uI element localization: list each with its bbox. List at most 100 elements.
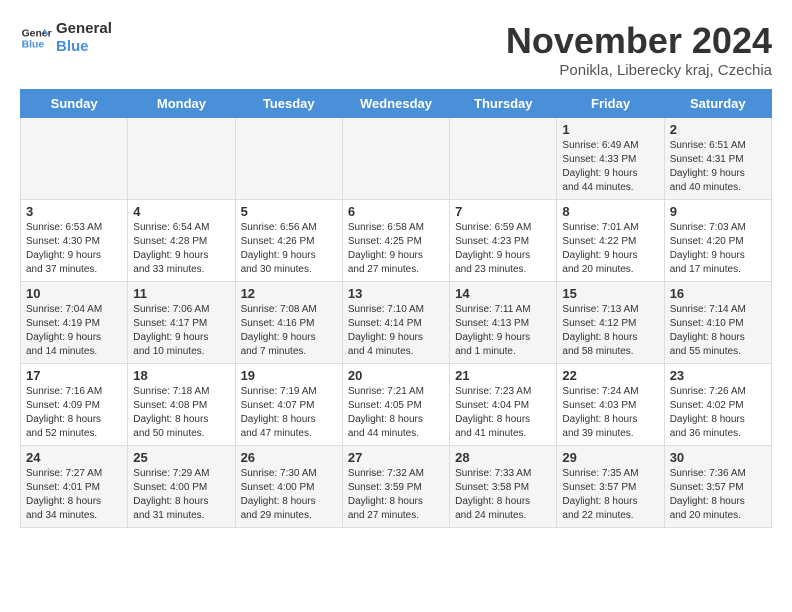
day-info: Sunrise: 6:54 AM Sunset: 4:28 PM Dayligh… [133,221,229,277]
location-subtitle: Ponikla, Liberecky kraj, Czechia [506,62,772,79]
day-cell [128,118,235,200]
header-row: SundayMondayTuesdayWednesdayThursdayFrid… [21,90,772,118]
day-cell: 18 Sunrise: 7:18 AM Sunset: 4:08 PM Dayli… [128,364,235,446]
week-row-1: 3Sunrise: 6:53 AM Sunset: 4:30 PM Daylig… [21,200,772,282]
day-number: 27 [348,450,444,465]
day-info: Sunrise: 7:23 AM Sunset: 4:04 PM Dayligh… [455,385,551,441]
day-info: Sunrise: 6:59 AM Sunset: 4:23 PM Dayligh… [455,221,551,277]
day-info: Sunrise: 7:33 AM Sunset: 3:58 PM Dayligh… [455,467,551,523]
day-info: Sunrise: 7:04 AM Sunset: 4:19 PM Dayligh… [26,303,122,359]
week-row-3: 17 Sunrise: 7:16 AM Sunset: 4:09 PM Dayli… [21,364,772,446]
day-info: Sunrise: 6:49 AM Sunset: 4:33 PM Dayligh… [562,139,658,195]
day-number: 8 [562,204,658,219]
day-info: Sunrise: 7:29 AM Sunset: 4:00 PM Dayligh… [133,467,229,523]
svg-text:Blue: Blue [22,40,45,51]
day-info: Sunrise: 7:26 AM Sunset: 4:02 PM Dayligh… [670,385,766,441]
day-cell: 8Sunrise: 7:01 AM Sunset: 4:22 PM Daylig… [557,200,664,282]
day-cell: 28 Sunrise: 7:33 AM Sunset: 3:58 PM Dayli… [450,446,557,528]
day-cell: 2 Sunrise: 6:51 AM Sunset: 4:31 PM Daylig… [664,118,771,200]
day-cell: 13 Sunrise: 7:10 AM Sunset: 4:14 PM Dayli… [342,282,449,364]
day-cell: 23 Sunrise: 7:26 AM Sunset: 4:02 PM Dayli… [664,364,771,446]
day-cell: 14 Sunrise: 7:11 AM Sunset: 4:13 PM Dayli… [450,282,557,364]
day-cell: 20Sunrise: 7:21 AM Sunset: 4:05 PM Dayli… [342,364,449,446]
header-thursday: Thursday [450,90,557,118]
day-info: Sunrise: 7:32 AM Sunset: 3:59 PM Dayligh… [348,467,444,523]
day-number: 30 [670,450,766,465]
day-number: 7 [455,204,551,219]
day-cell [21,118,128,200]
day-number: 6 [348,204,444,219]
day-cell: 17 Sunrise: 7:16 AM Sunset: 4:09 PM Dayli… [21,364,128,446]
day-info: Sunrise: 7:11 AM Sunset: 4:13 PM Dayligh… [455,303,551,359]
day-info: Sunrise: 7:10 AM Sunset: 4:14 PM Dayligh… [348,303,444,359]
day-cell: 12 Sunrise: 7:08 AM Sunset: 4:16 PM Dayli… [235,282,342,364]
day-number: 9 [670,204,766,219]
day-cell: 26 Sunrise: 7:30 AM Sunset: 4:00 PM Dayli… [235,446,342,528]
day-cell: 22 Sunrise: 7:24 AM Sunset: 4:03 PM Dayli… [557,364,664,446]
day-number: 12 [241,286,337,301]
logo: General Blue General Blue [20,20,112,56]
day-number: 2 [670,122,766,137]
day-cell: 4 Sunrise: 6:54 AM Sunset: 4:28 PM Daylig… [128,200,235,282]
day-number: 18 [133,368,229,383]
day-number: 4 [133,204,229,219]
day-number: 21 [455,368,551,383]
day-cell: 25 Sunrise: 7:29 AM Sunset: 4:00 PM Dayli… [128,446,235,528]
day-info: Sunrise: 7:18 AM Sunset: 4:08 PM Dayligh… [133,385,229,441]
day-number: 28 [455,450,551,465]
month-title: November 2024 [506,20,772,62]
day-info: Sunrise: 7:24 AM Sunset: 4:03 PM Dayligh… [562,385,658,441]
day-number: 22 [562,368,658,383]
day-cell: 30 Sunrise: 7:36 AM Sunset: 3:57 PM Dayli… [664,446,771,528]
day-number: 11 [133,286,229,301]
day-number: 24 [26,450,122,465]
day-info: Sunrise: 6:58 AM Sunset: 4:25 PM Dayligh… [348,221,444,277]
day-number: 26 [241,450,337,465]
day-number: 25 [133,450,229,465]
title-area: November 2024 Ponikla, Liberecky kraj, C… [506,20,772,79]
header-monday: Monday [128,90,235,118]
day-number: 1 [562,122,658,137]
day-number: 17 [26,368,122,383]
day-info: Sunrise: 7:03 AM Sunset: 4:20 PM Dayligh… [670,221,766,277]
day-number: 20 [348,368,444,383]
day-cell: 16Sunrise: 7:14 AM Sunset: 4:10 PM Dayli… [664,282,771,364]
day-number: 14 [455,286,551,301]
day-info: Sunrise: 7:16 AM Sunset: 4:09 PM Dayligh… [26,385,122,441]
day-cell [235,118,342,200]
calendar-table: SundayMondayTuesdayWednesdayThursdayFrid… [20,89,772,528]
logo-general: General [56,20,112,38]
day-info: Sunrise: 6:51 AM Sunset: 4:31 PM Dayligh… [670,139,766,195]
day-cell: 3Sunrise: 6:53 AM Sunset: 4:30 PM Daylig… [21,200,128,282]
week-row-2: 10 Sunrise: 7:04 AM Sunset: 4:19 PM Dayli… [21,282,772,364]
day-cell: 5 Sunrise: 6:56 AM Sunset: 4:26 PM Daylig… [235,200,342,282]
day-info: Sunrise: 6:56 AM Sunset: 4:26 PM Dayligh… [241,221,337,277]
header-wednesday: Wednesday [342,90,449,118]
day-cell: 29Sunrise: 7:35 AM Sunset: 3:57 PM Dayli… [557,446,664,528]
logo-blue: Blue [56,38,112,56]
day-number: 19 [241,368,337,383]
day-cell: 19 Sunrise: 7:19 AM Sunset: 4:07 PM Dayli… [235,364,342,446]
day-cell: 24 Sunrise: 7:27 AM Sunset: 4:01 PM Dayli… [21,446,128,528]
day-info: Sunrise: 7:27 AM Sunset: 4:01 PM Dayligh… [26,467,122,523]
day-number: 29 [562,450,658,465]
day-number: 10 [26,286,122,301]
day-number: 13 [348,286,444,301]
day-number: 15 [562,286,658,301]
day-info: Sunrise: 7:19 AM Sunset: 4:07 PM Dayligh… [241,385,337,441]
day-cell: 27 Sunrise: 7:32 AM Sunset: 3:59 PM Dayli… [342,446,449,528]
day-number: 23 [670,368,766,383]
day-cell: 21 Sunrise: 7:23 AM Sunset: 4:04 PM Dayli… [450,364,557,446]
day-info: Sunrise: 6:53 AM Sunset: 4:30 PM Dayligh… [26,221,122,277]
header-sunday: Sunday [21,90,128,118]
day-info: Sunrise: 7:13 AM Sunset: 4:12 PM Dayligh… [562,303,658,359]
header: General Blue General Blue November 2024 … [20,20,772,79]
week-row-0: 1 Sunrise: 6:49 AM Sunset: 4:33 PM Daylig… [21,118,772,200]
day-info: Sunrise: 7:08 AM Sunset: 4:16 PM Dayligh… [241,303,337,359]
week-row-4: 24 Sunrise: 7:27 AM Sunset: 4:01 PM Dayli… [21,446,772,528]
day-cell: 1 Sunrise: 6:49 AM Sunset: 4:33 PM Daylig… [557,118,664,200]
day-info: Sunrise: 7:36 AM Sunset: 3:57 PM Dayligh… [670,467,766,523]
day-info: Sunrise: 7:30 AM Sunset: 4:00 PM Dayligh… [241,467,337,523]
day-number: 5 [241,204,337,219]
header-tuesday: Tuesday [235,90,342,118]
